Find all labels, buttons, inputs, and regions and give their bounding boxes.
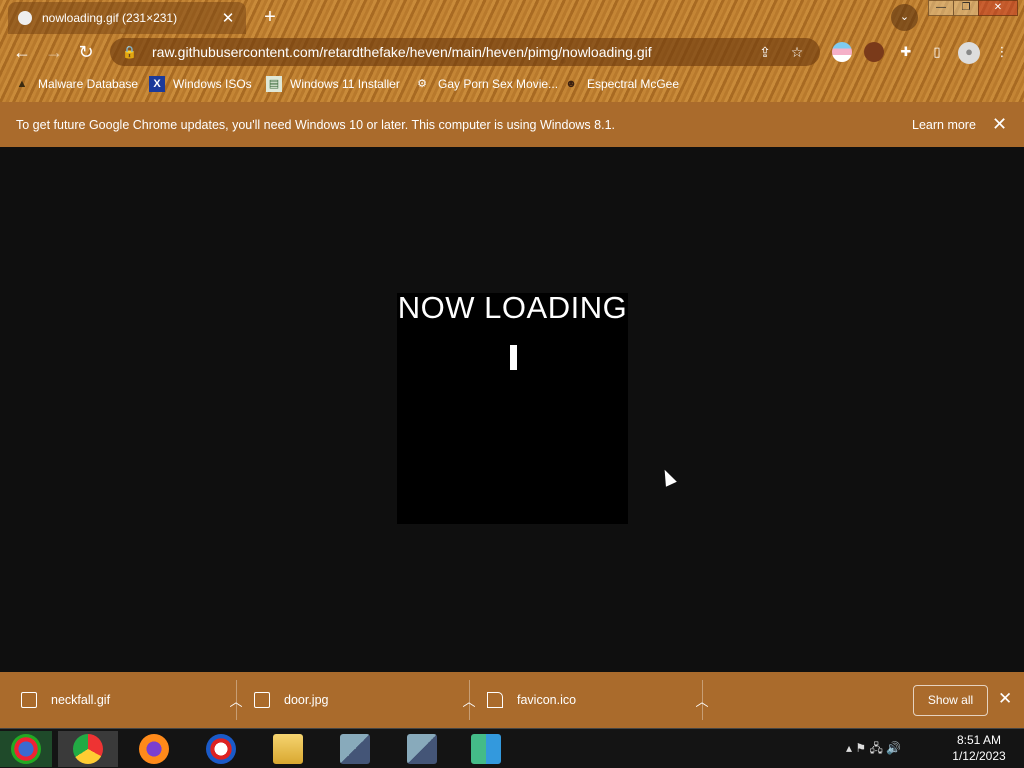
face-icon: ☻ [565,78,577,90]
file-icon [487,692,503,708]
bookmark-espectral-mcgee[interactable]: ☻ Espectral McGee [563,74,679,94]
taskbar-app-3[interactable] [456,731,516,767]
now-loading-text: NOW LOADING [397,290,628,325]
bookmark-malware-database[interactable]: ▲ Malware Database [14,74,139,94]
installer-icon [407,734,437,764]
learn-more-link[interactable]: Learn more [912,118,976,132]
extension-flag-icon[interactable] [832,42,852,62]
download-filename: neckfall.gif [51,693,111,707]
start-orb-icon [11,734,41,764]
taskbar-app-2[interactable] [392,731,452,767]
taskbar: ▴ ⚑ 🖧 🔊 8:51 AM 1/12/2023 [0,728,1024,768]
taskbar-explorer[interactable] [258,731,318,767]
browser-icon [206,734,236,764]
x-logo-icon: X [149,76,165,92]
taskbar-ie[interactable] [191,731,251,767]
download-item[interactable]: neckfall.gif ︿ [21,672,244,728]
taskbar-firefox[interactable] [124,731,184,767]
forward-button[interactable]: → [43,41,65,63]
update-infobar: To get future Google Chrome updates, you… [0,102,1024,147]
bookmarks-bar: ▲ Malware Database X Windows ISOs ▤ Wind… [0,74,1024,96]
system-tray[interactable]: ▴ ⚑ 🖧 🔊 [846,739,901,760]
extension-avatar-icon[interactable] [864,42,884,62]
taskbar-app-1[interactable] [325,731,385,767]
image-file-icon [254,692,270,708]
window-close-button[interactable]: ✕ [978,0,1018,16]
clock[interactable]: 8:51 AM 1/12/2023 [945,732,1013,764]
malware-icon: ▲ [16,78,28,90]
url-text[interactable]: raw.githubusercontent.com/retardthefake/… [152,44,744,60]
network-users-icon [471,734,501,764]
folder-icon [273,734,303,764]
share-icon[interactable]: ⇪ [754,44,776,61]
lock-icon[interactable]: 🔒 [122,45,138,59]
taskbar-chrome[interactable] [58,731,118,767]
firefox-icon [139,734,169,764]
clock-time: 8:51 AM [956,733,1002,747]
download-shelf: neckfall.gif ︿ door.jpg ︿ favicon.ico ︿ … [0,672,1024,728]
bookmark-windows-isos[interactable]: X Windows ISOs [149,74,252,94]
shelf-close-icon[interactable]: ✕ [998,689,1012,709]
gear-icon: ⚙ [417,78,427,90]
show-all-button[interactable]: Show all [913,685,988,716]
restore-button[interactable]: ❐ [953,0,979,16]
new-tab-button[interactable]: + [259,6,281,28]
tab-search-button[interactable]: ⌄ [891,4,918,31]
profile-icon[interactable]: ● [958,42,980,64]
address-bar[interactable]: 🔒 raw.githubusercontent.com/retardthefak… [110,38,820,66]
divider [469,680,470,720]
menu-kebab-icon[interactable]: ⋮ [992,42,1012,62]
globe-icon [18,11,32,25]
reload-button[interactable]: ↻ [75,41,97,63]
gif-image: NOW LOADING [397,290,628,524]
download-item[interactable]: door.jpg ︿ [254,672,477,728]
download-filename: favicon.ico [517,693,577,707]
bookmark-gay-porn-sex-movie[interactable]: ⚙ Gay Porn Sex Movie... [414,74,558,94]
side-panel-icon[interactable]: ▯ [927,42,947,62]
tab-close-icon[interactable]: ✕ [220,9,236,27]
tab-title: nowloading.gif (231×231) [42,11,178,25]
back-button[interactable]: ← [11,41,33,63]
clock-date: 1/12/2023 [952,749,1006,763]
installer-icon [340,734,370,764]
image-icon: ▤ [266,76,282,92]
bookmark-star-icon[interactable]: ☆ [786,44,808,61]
tab-active[interactable]: nowloading.gif (231×231) ✕ [8,2,246,34]
loading-bar [510,345,517,370]
divider [702,680,703,720]
start-button[interactable] [0,731,52,767]
divider [236,680,237,720]
image-file-icon [21,692,37,708]
download-item[interactable]: favicon.ico ︿ [487,672,710,728]
browser-frame: nowloading.gif (231×231) ✕ + ⌄ — ❐ ✕ ← →… [0,0,1024,102]
extensions-puzzle-icon[interactable]: ✚ [896,42,916,62]
download-filename: door.jpg [284,693,329,707]
bookmark-windows-11-installer[interactable]: ▤ Windows 11 Installer [266,74,400,94]
minimize-button[interactable]: — [928,0,954,16]
infobar-close-icon[interactable]: ✕ [992,114,1007,135]
chrome-icon [73,734,103,764]
infobar-message: To get future Google Chrome updates, you… [16,118,615,132]
